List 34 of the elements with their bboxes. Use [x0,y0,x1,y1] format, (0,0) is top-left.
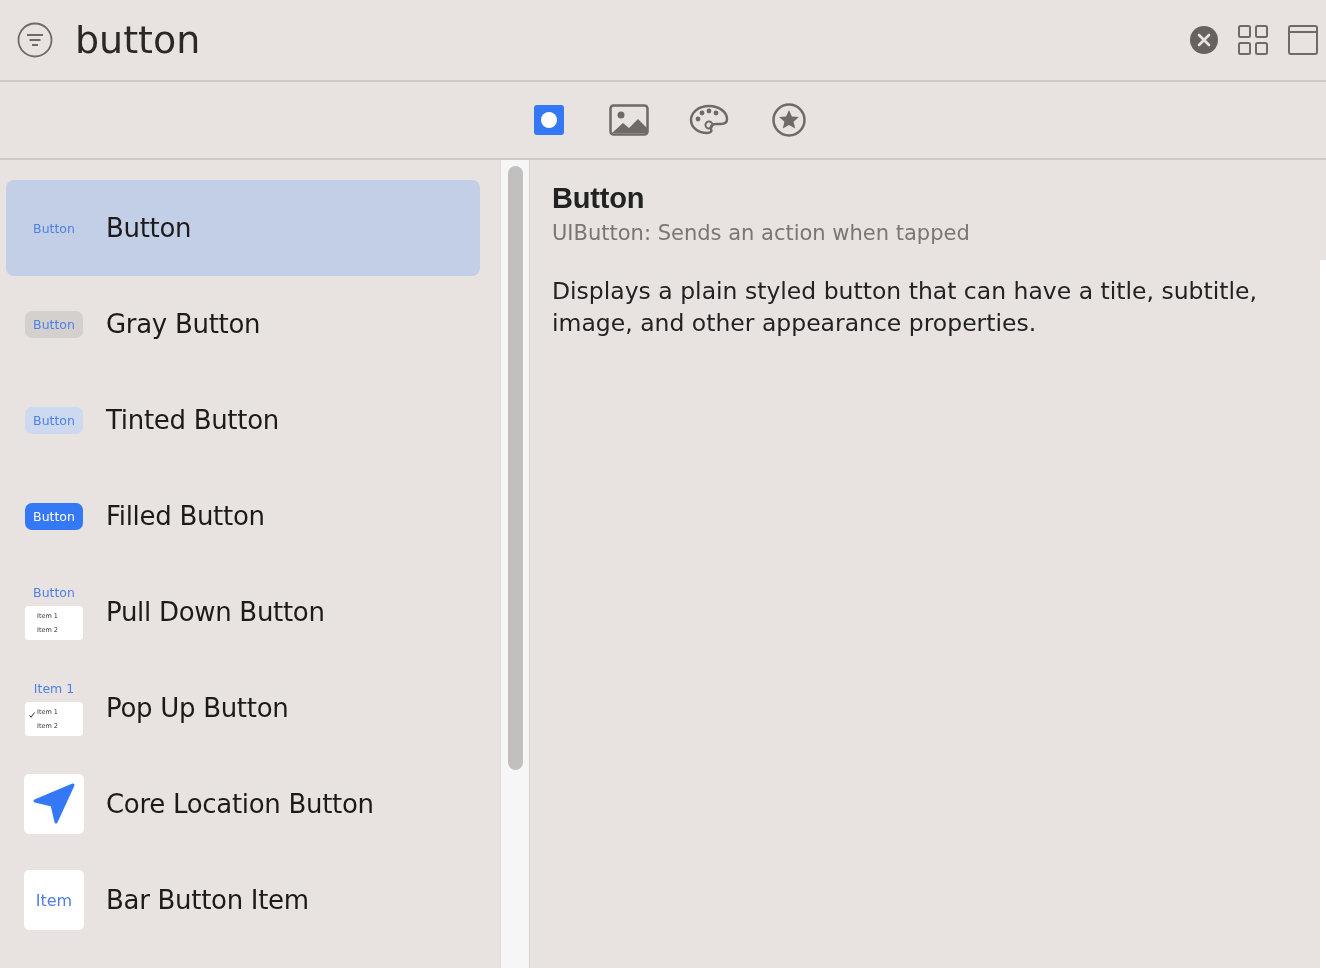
button-preview: Item 1 [33,680,75,698]
list-item[interactable]: Item Bar Button Item [6,852,480,948]
item-title: Filled Button [106,501,265,531]
list-item[interactable]: Button Filled Button [6,468,480,564]
checkmark-icon [29,711,35,718]
clear-icon[interactable] [1190,26,1218,54]
item-title: Gray Button [106,309,261,339]
list-item[interactable]: Button Gray Button [6,276,480,372]
search-field[interactable]: button [75,18,1190,62]
filter-icon[interactable] [17,22,53,58]
bar-item-preview: Item [24,870,84,930]
list-item[interactable]: Button Button [6,180,480,276]
detail-description: Displays a plain styled button that can have a title, subtitle, image, and other appearance properties. [552,276,1258,339]
item-title: Core Location Button [106,789,374,819]
button-preview: Button [32,219,76,238]
button-preview: Button [25,406,83,434]
item-title: Button [106,213,192,243]
grid-icon[interactable] [1238,25,1268,55]
star-tab[interactable] [769,102,809,138]
scrollbar-thumb[interactable] [508,166,523,770]
item-title: Bar Button Item [106,885,309,915]
list-item[interactable]: Core Location Button [6,756,480,852]
location-arrow-icon [33,783,75,825]
item-title: Pop Up Button [106,693,289,723]
detail-subtitle: UIButton: Sends an action when tapped [552,221,971,245]
list-item[interactable]: Button Tinted Button [6,372,480,468]
button-preview: Button [25,502,83,530]
detail-title: Button [552,182,646,215]
window-icon[interactable] [1288,25,1318,55]
button-preview: Button [25,310,83,338]
media-tab[interactable] [609,102,649,138]
item-title: Tinted Button [106,405,279,435]
item-title: Pull Down Button [106,597,325,627]
button-preview: Button [33,584,75,602]
